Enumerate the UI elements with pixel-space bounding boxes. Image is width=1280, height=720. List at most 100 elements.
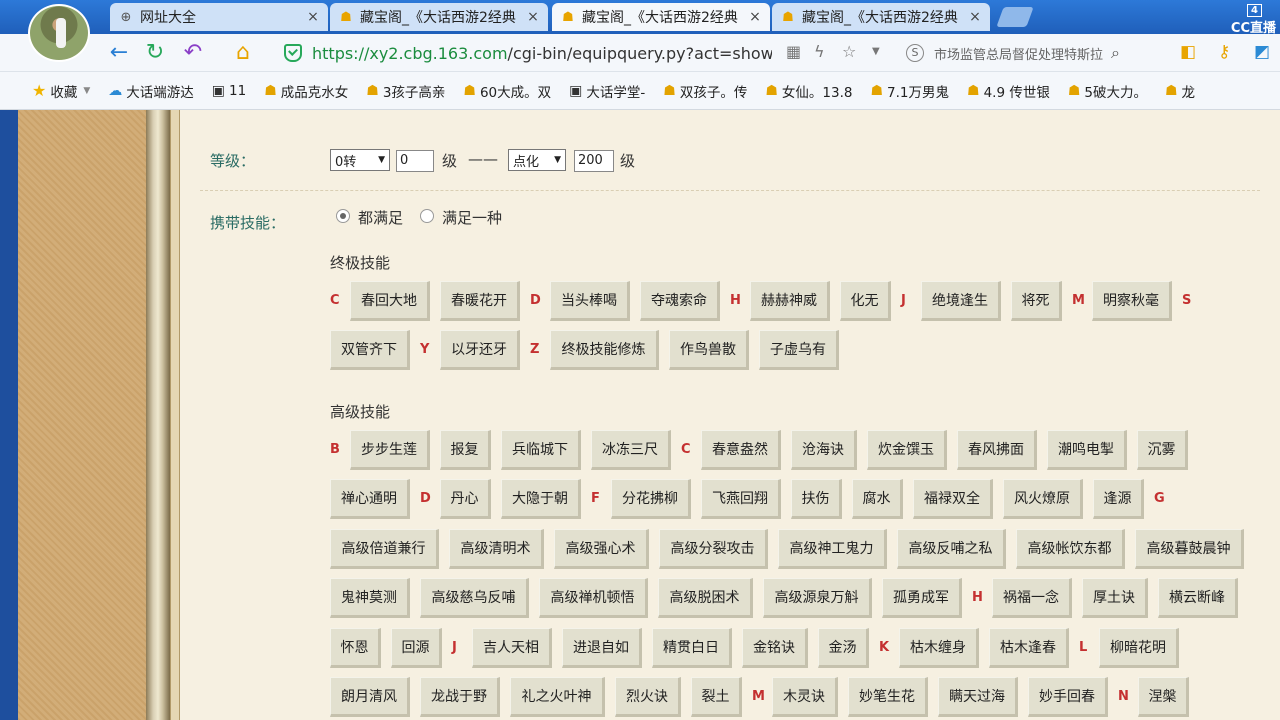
level-from-input[interactable]: 0 [396,150,434,172]
skill-button[interactable]: 赫赫神威 [750,281,830,321]
skill-button[interactable]: 当头棒喝 [550,281,630,321]
skill-button[interactable]: 高级清明术 [449,529,544,569]
bookmark-favorites[interactable]: ★ 收藏 ▼ [32,81,90,101]
skill-button[interactable]: 高级脱困术 [658,578,753,618]
bookmark-item[interactable]: ☗ 5破大力。 [1068,81,1147,101]
skill-button[interactable]: 逢源 [1093,479,1144,519]
key-icon[interactable]: ⚷ [1218,42,1230,62]
skill-button[interactable]: 绝境逢生 [921,281,1001,321]
home-icon[interactable]: ⌂ [230,40,256,66]
skill-button[interactable]: 孤勇成军 [882,578,962,618]
new-tab-button[interactable] [996,7,1034,27]
tab-2[interactable]: ☗ 藏宝阁_《大话西游2经典 × [330,3,548,31]
skill-button[interactable]: 礼之火叶神 [510,677,605,717]
skill-button[interactable]: 怀恩 [330,628,381,668]
skill-button[interactable]: 高级神工鬼力 [778,529,887,569]
bookmark-item[interactable]: ☗ 7.1万男鬼 [870,81,949,101]
bookmark-item[interactable]: ☗ 龙 [1165,81,1195,101]
skill-button[interactable]: 风火燎原 [1003,479,1083,519]
skill-button[interactable]: 将死 [1011,281,1062,321]
skill-button[interactable]: 吉人天相 [472,628,552,668]
skill-button[interactable]: 分花拂柳 [611,479,691,519]
skill-button[interactable]: 飞燕回翔 [701,479,781,519]
skill-button[interactable]: 丹心 [440,479,491,519]
skill-button[interactable]: 鬼神莫测 [330,578,410,618]
skill-button[interactable]: 横云断峰 [1158,578,1238,618]
skill-button[interactable]: 祸福一念 [992,578,1072,618]
bookmark-item[interactable]: ☗ 女仙。13.8 [765,81,852,101]
skill-button[interactable]: 腐水 [852,479,903,519]
back-arrow-icon[interactable]: ← [106,40,132,66]
skill-button[interactable]: 步步生莲 [350,430,430,470]
bookmark-item[interactable]: ☗ 双孩子。传 [663,81,747,101]
skill-button[interactable]: 沉雾 [1137,430,1188,470]
url-field[interactable]: https://xy2.cbg.163.com/cgi-bin/equipque… [276,39,896,67]
skill-button[interactable]: 子虚乌有 [759,330,839,370]
close-icon[interactable]: × [306,9,320,25]
skill-button[interactable]: 瞒天过海 [938,677,1018,717]
qr-icon[interactable]: ▦ [786,42,801,61]
user-avatar[interactable] [28,4,90,62]
bookmark-item[interactable]: ☗ 60大成。双 [463,81,551,101]
skill-button[interactable]: 高级反哺之私 [897,529,1006,569]
bookmark-item[interactable]: ☗ 4.9 传世银 [967,81,1050,101]
skill-button[interactable]: 兵临城下 [501,430,581,470]
cc-live-logo[interactable]: 4 CC直播 [1196,2,1276,36]
skill-button[interactable]: 化无 [840,281,891,321]
undo-icon[interactable]: ↶ [180,40,206,66]
tab-4[interactable]: ☗ 藏宝阁_《大话西游2经典 × [772,3,990,31]
tab-3[interactable]: ☗ 藏宝阁_《大话西游2经典 × [552,3,770,31]
skill-button[interactable]: 枯木缠身 [899,628,979,668]
skill-button[interactable]: 烈火诀 [615,677,681,717]
skill-button[interactable]: 高级帐饮东都 [1016,529,1125,569]
skill-button[interactable]: 双管齐下 [330,330,410,370]
skill-button[interactable]: 潮鸣电掣 [1047,430,1127,470]
skill-button[interactable]: 涅槃 [1138,677,1189,717]
skill-button[interactable]: 春意盎然 [701,430,781,470]
close-icon[interactable]: × [526,9,540,25]
skill-button[interactable]: 精贯白日 [652,628,732,668]
skill-button[interactable]: 高级倍道兼行 [330,529,439,569]
skill-button[interactable]: 报复 [440,430,491,470]
chevron-down-icon[interactable]: ▼ [872,46,880,57]
skill-button[interactable]: 高级暮鼓晨钟 [1135,529,1244,569]
search-box[interactable]: S 市场监管总局督促处理特斯拉 ⌕ [906,39,1166,67]
level-to-select[interactable]: 点化 ▼ [508,149,566,171]
bookmark-item[interactable]: ☗ 成品克水女 [264,81,348,101]
skill-button[interactable]: 妙笔生花 [848,677,928,717]
skill-button[interactable]: 裂土 [691,677,742,717]
extension-icon[interactable]: ◧ [1180,42,1196,62]
reload-icon[interactable]: ↻ [142,40,168,66]
skill-button[interactable]: 春暖花开 [440,281,520,321]
menu-icon[interactable]: ◩ [1254,42,1270,62]
skill-button[interactable]: 禅心通明 [330,479,410,519]
skill-button[interactable]: 柳暗花明 [1099,628,1179,668]
level-from-select[interactable]: 0转 ▼ [330,149,390,171]
lightning-icon[interactable]: ϟ [814,42,825,61]
skill-button[interactable]: 朗月清风 [330,677,410,717]
skill-button[interactable]: 扶伤 [791,479,842,519]
skill-button[interactable]: 高级分裂攻击 [659,529,768,569]
bookmark-star-icon[interactable]: ☆ [842,42,856,61]
skill-button[interactable]: 作鸟兽散 [669,330,749,370]
skill-button[interactable]: 金铭诀 [742,628,808,668]
bookmark-item[interactable]: ☁ 大话端游达 [108,81,194,101]
radio-all[interactable] [336,209,350,223]
skill-button[interactable]: 妙手回春 [1028,677,1108,717]
tab-1[interactable]: ⊕ 网址大全 × [110,3,328,31]
skill-button[interactable]: 木灵诀 [772,677,838,717]
skill-button[interactable]: 沧海诀 [791,430,857,470]
skill-button[interactable]: 夺魂索命 [640,281,720,321]
skill-button[interactable]: 冰冻三尺 [591,430,671,470]
skill-button[interactable]: 终极技能修炼 [550,330,659,370]
skill-button[interactable]: 高级源泉万斛 [763,578,872,618]
search-icon[interactable]: ⌕ [1111,43,1120,63]
level-to-input[interactable]: 200 [574,150,614,172]
skill-button[interactable]: 春风拂面 [957,430,1037,470]
skill-button[interactable]: 回源 [391,628,442,668]
skill-button[interactable]: 高级强心术 [554,529,649,569]
skill-button[interactable]: 高级禅机顿悟 [539,578,648,618]
close-icon[interactable]: × [748,9,762,25]
radio-any[interactable] [420,209,434,223]
skill-button[interactable]: 春回大地 [350,281,430,321]
